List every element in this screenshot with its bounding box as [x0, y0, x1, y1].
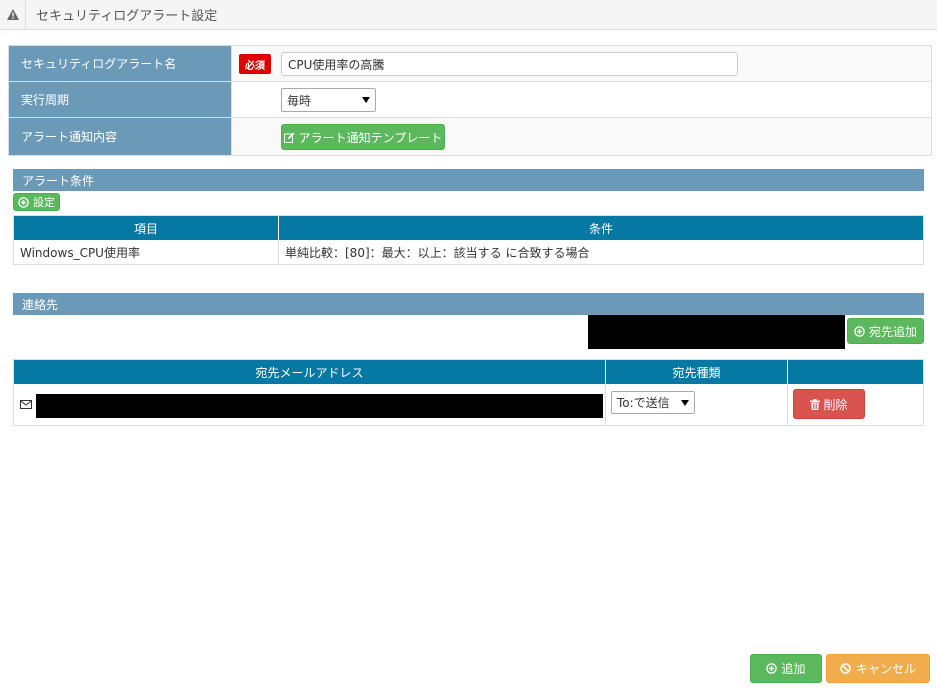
alert-settings-form: セキュリティログアラート名 必須 実行周期 毎時 アラート通知内容 アラート通知… [8, 45, 932, 156]
column-header-actions [788, 360, 923, 384]
column-header-condition: 条件 [588, 221, 613, 236]
envelope-icon [20, 400, 32, 409]
recipients-table: 宛先メールアドレス 宛先種類 To:で送信 削除 [13, 359, 924, 426]
cancel-button-label: キャンセル [855, 662, 916, 676]
form-row-name: セキュリティログアラート名 必須 [9, 46, 931, 82]
notify-label: アラート通知内容 [9, 118, 232, 155]
caret-down-icon [681, 399, 689, 406]
recipient-actions-cell: 削除 [788, 384, 923, 425]
caret-down-icon [362, 97, 370, 103]
cancel-button[interactable]: キャンセル [826, 654, 930, 683]
trash-icon [810, 398, 821, 410]
delete-recipient-button[interactable]: 削除 [793, 389, 865, 419]
add-recipient-button[interactable]: 宛先追加 [847, 318, 924, 344]
period-label: 実行周期 [9, 82, 232, 117]
conditions-table: 項目 条件 Windows_CPU使用率 単純比較：[80]：最大：以上：該当す… [13, 215, 924, 265]
table-row[interactable]: Windows_CPU使用率 単純比較：[80]：最大：以上：該当する に合致す… [14, 240, 923, 264]
plus-circle-icon [18, 196, 29, 208]
form-row-period: 実行周期 毎時 [9, 82, 931, 118]
column-header-email: 宛先メールアドレス [14, 360, 606, 384]
send-type-select[interactable]: To:で送信 [611, 391, 695, 414]
page-header: セキュリティログアラート設定 [0, 0, 937, 30]
redacted-block [588, 315, 845, 349]
add-button[interactable]: 追加 [750, 654, 822, 683]
form-row-notify: アラート通知内容 アラート通知テンプレート [9, 118, 931, 155]
delete-recipient-label: 削除 [823, 397, 848, 412]
recipients-table-header: 宛先メールアドレス 宛先種類 [14, 360, 923, 384]
column-header-item: 項目 [14, 216, 279, 240]
period-select[interactable]: 毎時 [281, 88, 376, 112]
conditions-section-title: アラート条件 [13, 169, 924, 191]
plus-circle-icon [854, 325, 865, 337]
conditions-settings-button[interactable]: 設定 [13, 193, 60, 211]
conditions-table-header: 項目 条件 [14, 216, 923, 240]
page-title: セキュリティログアラート設定 [36, 9, 218, 24]
add-recipient-label: 宛先追加 [868, 324, 917, 339]
table-row: To:で送信 削除 [14, 384, 923, 425]
warning-icon [0, 0, 26, 30]
redacted-email [36, 394, 603, 418]
add-button-label: 追加 [781, 662, 806, 676]
condition-rule-cell: 単純比較：[80]：最大：以上：該当する に合致する場合 [285, 245, 590, 260]
contacts-section-title: 連絡先 [13, 293, 924, 315]
column-header-send-type: 宛先種類 [606, 360, 788, 384]
alert-template-button[interactable]: アラート通知テンプレート [281, 124, 445, 150]
name-label: セキュリティログアラート名 [9, 46, 232, 81]
conditions-settings-label: 設定 [33, 196, 55, 209]
required-badge: 必須 [239, 54, 271, 74]
send-type-value: To:で送信 [617, 396, 670, 410]
alert-name-input[interactable] [281, 52, 738, 76]
condition-item-cell: Windows_CPU使用率 [14, 240, 279, 264]
edit-icon [283, 132, 295, 143]
ban-icon [840, 663, 851, 674]
alert-template-button-label: アラート通知テンプレート [298, 130, 443, 145]
period-select-value: 毎時 [287, 93, 312, 108]
recipient-type-cell: To:で送信 [606, 384, 788, 425]
plus-circle-icon [766, 663, 778, 674]
recipient-email-cell [14, 384, 606, 425]
